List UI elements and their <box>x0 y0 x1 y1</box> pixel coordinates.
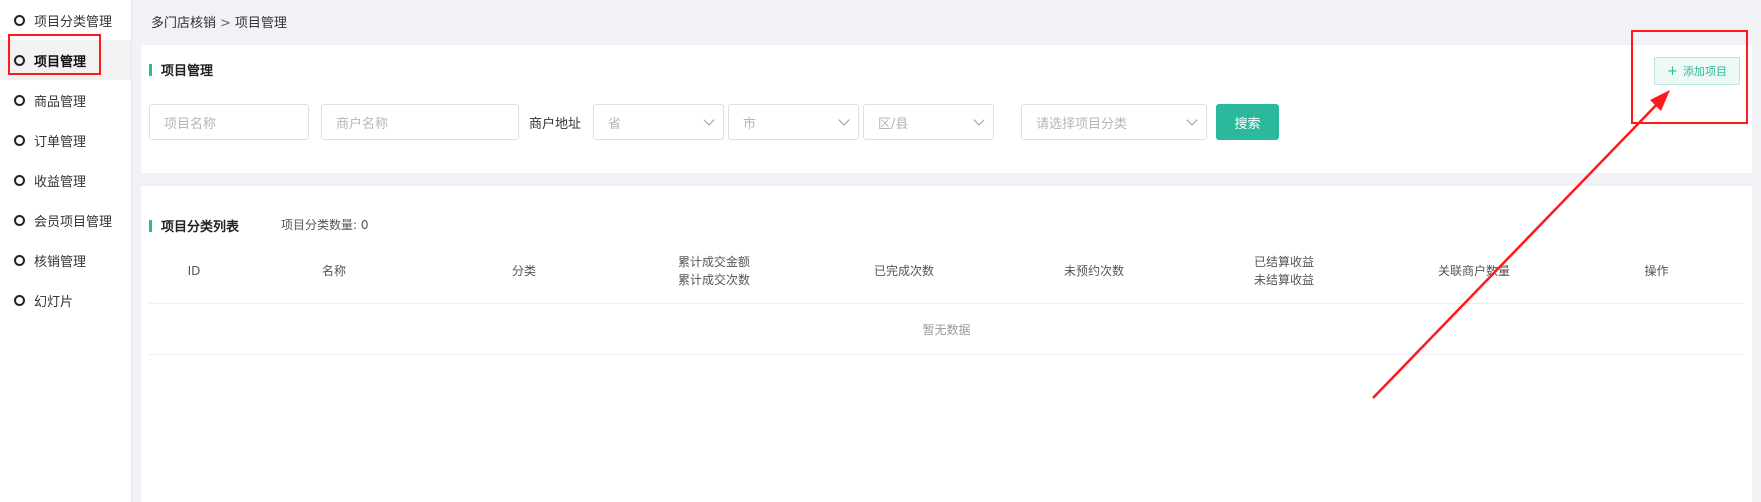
sidebar-item-label: 幻灯片 <box>34 294 74 310</box>
circle-icon <box>14 54 25 66</box>
column-header-id: ID <box>187 264 201 278</box>
breadcrumb-parent[interactable]: 多门店核销 <box>151 16 216 31</box>
sidebar-item-project-management[interactable]: 项目管理 <box>0 40 131 80</box>
empty-state: 暂无数据 <box>149 305 1744 355</box>
sidebar-item-orders[interactable]: 订单管理 <box>0 120 131 160</box>
category-count: 项目分类数量: 0 <box>281 216 369 233</box>
project-name-input[interactable]: 项目名称 <box>149 104 309 140</box>
column-header-actions: 操作 <box>1644 264 1669 278</box>
sidebar: 项目分类管理 项目管理 商品管理 订单管理 收益管理 会员项目管理 核销管理 幻… <box>0 0 132 502</box>
column-header-name: 名称 <box>321 264 346 278</box>
city-placeholder: 市 <box>743 116 757 132</box>
section-title: 项目管理 <box>149 60 213 79</box>
column-header-merchant-count: 关联商户数量 <box>1437 264 1510 278</box>
circle-icon <box>14 294 25 306</box>
merchant-name-input[interactable]: 商户名称 <box>321 104 519 140</box>
sidebar-item-label: 项目管理 <box>34 54 87 70</box>
province-placeholder: 省 <box>608 116 622 132</box>
count-value: 0 <box>360 218 369 232</box>
section-title: 项目分类列表 <box>149 216 239 235</box>
sidebar-item-label: 订单管理 <box>34 134 87 150</box>
main-content: 多门店核销 > 项目管理 项目管理 + 添加项目 项目名称 商户名称 商户地址 省 … <box>133 0 1761 502</box>
chevron-down-icon <box>703 114 715 126</box>
section-title-text: 项目分类列表 <box>161 220 240 235</box>
section-title-text: 项目管理 <box>161 64 214 79</box>
chevron-down-icon <box>973 114 985 126</box>
circle-icon <box>14 214 25 226</box>
add-project-button[interactable]: + 添加项目 <box>1654 57 1740 85</box>
chevron-down-icon <box>838 114 850 126</box>
sidebar-item-label: 项目分类管理 <box>34 14 113 30</box>
table-header: ID 名称 分类 累计成交金额 累计成交次数 已完成次数 未预约次数 已结算收益… <box>149 238 1744 304</box>
merchant-address-label: 商户地址 <box>529 116 582 132</box>
column-header-total-sales: 累计成交金额 累计成交次数 <box>677 255 750 287</box>
column-header-category: 分类 <box>511 264 536 278</box>
plus-icon: + <box>1667 63 1678 79</box>
column-header-unbooked: 未预约次数 <box>1063 264 1124 278</box>
project-name-placeholder: 项目名称 <box>164 116 217 132</box>
circle-icon <box>14 94 25 106</box>
merchant-name-placeholder: 商户名称 <box>336 116 389 132</box>
chevron-down-icon <box>1186 114 1198 126</box>
province-select[interactable]: 省 <box>593 104 724 140</box>
search-button[interactable]: 搜索 <box>1216 104 1279 140</box>
sidebar-item-revenue[interactable]: 收益管理 <box>0 160 131 200</box>
title-accent-bar <box>149 63 152 76</box>
sidebar-item-verification[interactable]: 核销管理 <box>0 240 131 280</box>
column-header-settled-income: 已结算收益 未结算收益 <box>1253 255 1314 287</box>
category-placeholder: 请选择项目分类 <box>1036 116 1128 132</box>
sidebar-item-project-category[interactable]: 项目分类管理 <box>0 0 131 40</box>
circle-icon <box>14 174 25 186</box>
sidebar-item-slides[interactable]: 幻灯片 <box>0 280 131 320</box>
breadcrumb-current: 项目管理 <box>234 16 287 31</box>
district-select[interactable]: 区/县 <box>863 104 994 140</box>
circle-icon <box>14 14 25 26</box>
city-select[interactable]: 市 <box>728 104 859 140</box>
add-project-label: 添加项目 <box>1682 65 1727 78</box>
sidebar-item-label: 收益管理 <box>34 174 87 190</box>
sidebar-item-label: 商品管理 <box>34 94 87 110</box>
breadcrumb: 多门店核销 > 项目管理 <box>151 12 287 31</box>
sidebar-item-member-projects[interactable]: 会员项目管理 <box>0 200 131 240</box>
sidebar-item-label: 会员项目管理 <box>34 214 113 230</box>
circle-icon <box>14 134 25 146</box>
sidebar-item-goods[interactable]: 商品管理 <box>0 80 131 120</box>
circle-icon <box>14 254 25 266</box>
sidebar-item-label: 核销管理 <box>34 254 87 270</box>
breadcrumb-separator: > <box>220 16 231 31</box>
list-panel: 项目分类列表 项目分类数量: 0 ID 名称 分类 累计成交金额 累计成交次数 … <box>141 186 1752 502</box>
category-select[interactable]: 请选择项目分类 <box>1021 104 1207 140</box>
filter-panel: 项目管理 + 添加项目 项目名称 商户名称 商户地址 省 市 区/县 请选择项目… <box>141 45 1752 173</box>
column-header-completed: 已完成次数 <box>873 264 934 278</box>
count-label: 项目分类数量: <box>281 218 358 232</box>
title-accent-bar <box>149 219 152 232</box>
district-placeholder: 区/县 <box>878 116 909 132</box>
